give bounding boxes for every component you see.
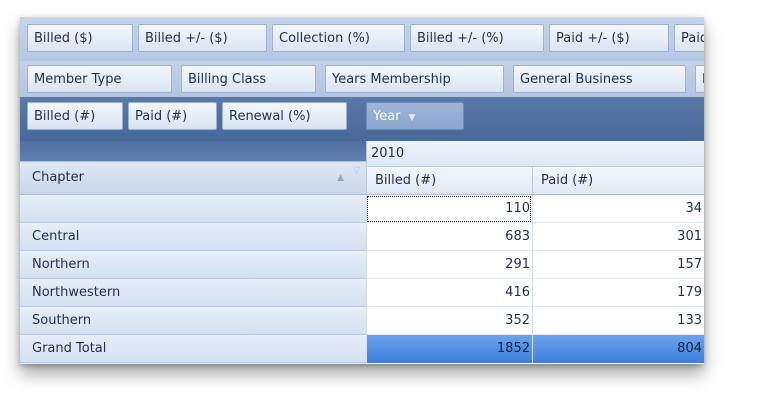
cell-billed[interactable]: 110 <box>366 195 532 223</box>
column-header-year-value[interactable]: 2010 <box>366 141 704 167</box>
pivot-grid: Billed ($) Billed +/- ($) Collection (%)… <box>20 17 704 364</box>
row-field-chapter-label: Chapter <box>32 170 84 185</box>
field-billing-class[interactable]: Billing Class <box>181 65 316 93</box>
row-label[interactable]: Northwestern <box>20 279 366 307</box>
cell-paid[interactable]: 301 <box>532 223 704 251</box>
cell-billed[interactable]: 683 <box>366 223 532 251</box>
column-header-billed[interactable]: Billed (#) <box>366 167 532 195</box>
field-billed-dollars[interactable]: Billed ($) <box>27 24 133 52</box>
filter-area-row-2: Member Type Billing Class Years Membersh… <box>20 61 704 98</box>
field-paid[interactable]: Paid <box>674 24 704 52</box>
row-header-spacer <box>20 141 366 161</box>
row-label[interactable]: Southern <box>20 307 366 335</box>
data-columns: 2010 Billed (#) Paid (#) 110 34 683 301 … <box>366 141 704 364</box>
cell-billed[interactable]: 352 <box>366 307 532 335</box>
filter-icon[interactable]: ▽ <box>353 155 360 187</box>
data-field-paid-count[interactable]: Paid (#) <box>128 102 217 130</box>
field-collection-percent[interactable]: Collection (%) <box>272 24 405 52</box>
data-field-billed-count[interactable]: Billed (#) <box>27 102 123 130</box>
column-field-year-label: Year <box>373 109 401 124</box>
row-header-column: Chapter ▲ ▽ Central Northern Northwester… <box>20 141 366 364</box>
field-general-business[interactable]: General Business <box>513 65 686 93</box>
grand-total-label[interactable]: Grand Total <box>20 335 366 363</box>
pivot-body: Chapter ▲ ▽ Central Northern Northwester… <box>20 141 704 364</box>
cell-paid[interactable]: 34 <box>532 195 704 223</box>
data-area: Billed (#) Paid (#) Renewal (%) Year ▼ <box>20 97 704 141</box>
filter-area-row-1: Billed ($) Billed +/- ($) Collection (%)… <box>20 17 704 62</box>
field-years-membership[interactable]: Years Membership <box>325 65 504 93</box>
cell-paid[interactable]: 157 <box>532 251 704 279</box>
data-field-renewal-percent[interactable]: Renewal (%) <box>222 102 347 130</box>
row-label[interactable] <box>20 195 366 223</box>
column-header-paid[interactable]: Paid (#) <box>532 167 704 195</box>
row-label[interactable]: Northern <box>20 251 366 279</box>
field-truncated[interactable]: F <box>695 65 704 93</box>
row-field-chapter[interactable]: Chapter ▲ ▽ <box>20 161 366 195</box>
cell-billed[interactable]: 291 <box>366 251 532 279</box>
field-member-type[interactable]: Member Type <box>27 65 172 93</box>
row-label[interactable]: Central <box>20 223 366 251</box>
sort-up-icon[interactable]: ▲ <box>337 162 344 194</box>
field-paid-change-dollars[interactable]: Paid +/- ($) <box>549 24 669 52</box>
cell-paid[interactable]: 179 <box>532 279 704 307</box>
cell-billed[interactable]: 416 <box>366 279 532 307</box>
cell-paid[interactable]: 133 <box>532 307 704 335</box>
column-field-year[interactable]: Year ▼ <box>366 102 464 130</box>
field-billed-change-percent[interactable]: Billed +/- (%) <box>410 24 544 52</box>
grand-total-billed[interactable]: 1852 <box>366 335 532 363</box>
grand-total-paid[interactable]: 804 <box>532 335 704 363</box>
field-billed-change-dollars[interactable]: Billed +/- ($) <box>138 24 267 52</box>
chevron-down-icon: ▼ <box>408 113 416 123</box>
